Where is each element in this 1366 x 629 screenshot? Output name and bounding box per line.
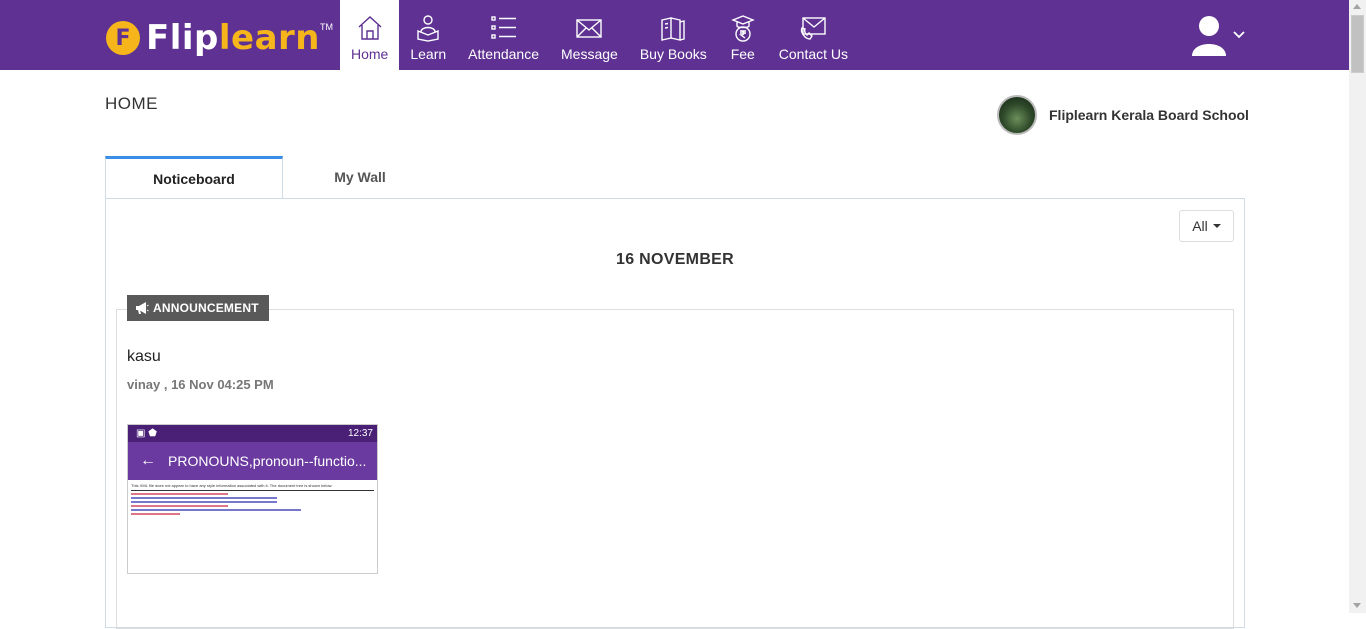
thumb-xml-line: [131, 501, 277, 503]
thumb-app-bar: ← PRONOUNS,pronoun--functio...: [128, 442, 377, 480]
post-title: kasu: [127, 348, 161, 365]
logo-text-learn: learn: [218, 18, 321, 58]
school-info: Fliplearn Kerala Board School: [997, 95, 1249, 135]
logo-trademark: TM: [320, 22, 334, 32]
nav-contact-us-label: Contact Us: [778, 46, 849, 62]
home-icon: [358, 16, 382, 40]
nav-learn-label: Learn: [410, 46, 447, 62]
thumb-xml-line: [131, 493, 229, 495]
thumb-rule: [131, 490, 374, 491]
attachment-thumbnail[interactable]: ▣ ⬟ 12:37 ← PRONOUNS,pronoun--functio...…: [127, 424, 378, 574]
thumb-notice: This XML file does not appear to have an…: [131, 483, 333, 488]
thumb-xml-line: [131, 497, 277, 499]
nav-attendance-label: Attendance: [468, 46, 540, 62]
thumb-xml-line: [131, 509, 302, 511]
nav-message-label: Message: [561, 46, 618, 62]
top-navbar: F Fliplearn TM Home Learn Attendance Mes…: [0, 0, 1349, 70]
main-nav: Home Learn Attendance Message Buy Books …: [340, 0, 859, 70]
school-name: Fliplearn Kerala Board School: [1049, 107, 1249, 123]
filter-dropdown[interactable]: All: [1179, 210, 1234, 242]
user-avatar-icon: [1192, 16, 1226, 56]
tab-noticeboard[interactable]: Noticeboard: [105, 156, 283, 199]
nav-learn[interactable]: Learn: [399, 0, 457, 70]
thumb-status-bar: ▣ ⬟ 12:37: [128, 425, 377, 442]
nav-buy-books-label: Buy Books: [639, 46, 707, 62]
thumb-app-title: PRONOUNS,pronoun--functio...: [168, 453, 367, 469]
back-arrow-icon: ←: [140, 452, 156, 469]
school-avatar: [997, 95, 1037, 135]
post-meta: vinay , 16 Nov 04:25 PM: [127, 377, 274, 392]
thumb-status-time: 12:37: [347, 428, 373, 439]
learn-icon: [417, 15, 439, 42]
nav-home[interactable]: Home: [340, 0, 400, 70]
nav-buy-books[interactable]: Buy Books: [629, 0, 718, 70]
user-menu[interactable]: [1190, 14, 1245, 56]
scroll-down-arrow-icon[interactable]: [1353, 603, 1361, 608]
chevron-down-icon: [1233, 31, 1245, 39]
message-icon: [576, 19, 603, 38]
tab-my-wall[interactable]: My Wall: [285, 156, 435, 198]
nav-attendance[interactable]: Attendance: [457, 0, 550, 70]
nav-fee-label: Fee: [730, 46, 755, 62]
nav-message[interactable]: Message: [550, 0, 629, 70]
page-title: HOME: [105, 94, 158, 113]
date-heading: 16 NOVEMBER: [616, 251, 734, 268]
scrollbar-thumb[interactable]: [1351, 15, 1364, 73]
nav-fee[interactable]: Fee: [718, 0, 768, 70]
feed-tabs: Noticeboard My Wall: [105, 156, 435, 199]
books-icon: [661, 17, 685, 41]
scroll-up-arrow-icon[interactable]: [1353, 4, 1361, 9]
thumb-status-icons-left: ▣ ⬟: [136, 428, 157, 439]
announcement-badge: ANNOUNCEMENT: [127, 295, 269, 321]
fliplearn-logo[interactable]: F Fliplearn TM: [106, 18, 333, 58]
nav-home-label: Home: [351, 46, 389, 62]
filter-selected: All: [1192, 218, 1208, 234]
nav-contact-us[interactable]: Contact Us: [768, 0, 859, 70]
fee-icon: [730, 15, 755, 42]
logo-text-flip: Flip: [146, 18, 219, 58]
announcement-badge-label: ANNOUNCEMENT: [153, 301, 259, 315]
thumb-xml-line: [131, 513, 180, 515]
logo-wordmark: Fliplearn: [146, 21, 320, 55]
contact-icon: [801, 17, 827, 40]
thumb-content: This XML file does not appear to have an…: [128, 480, 377, 520]
page-scrollbar[interactable]: [1349, 0, 1366, 613]
caret-down-icon: [1212, 224, 1221, 228]
megaphone-icon: [136, 302, 149, 314]
attendance-icon: [490, 16, 516, 39]
logo-mark: F: [106, 21, 140, 55]
thumb-xml-line: [131, 505, 229, 507]
